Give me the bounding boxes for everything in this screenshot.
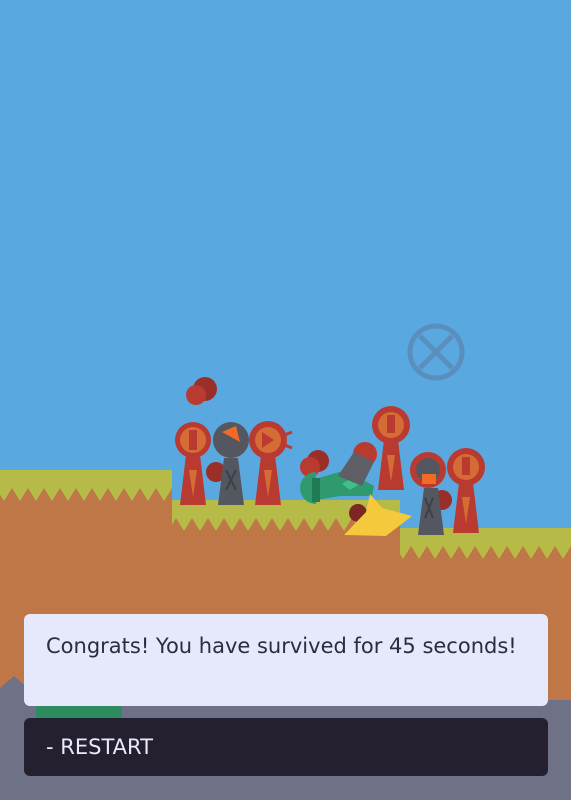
crosshair-icon	[407, 323, 465, 381]
enemy-tower	[206, 422, 249, 505]
game-over-message: Congrats! You have survived for 45 secon…	[24, 614, 548, 706]
enemy-pawn	[175, 422, 211, 505]
survival-message-text: Congrats! You have survived for 45 secon…	[46, 634, 517, 658]
restart-button[interactable]: - RESTART	[24, 718, 548, 776]
enemy-tower	[410, 452, 452, 535]
restart-button-label: - RESTART	[46, 735, 153, 759]
enemy-pawn	[372, 406, 410, 490]
enemy-pawn	[447, 448, 485, 533]
enemy-pawn	[249, 421, 293, 505]
